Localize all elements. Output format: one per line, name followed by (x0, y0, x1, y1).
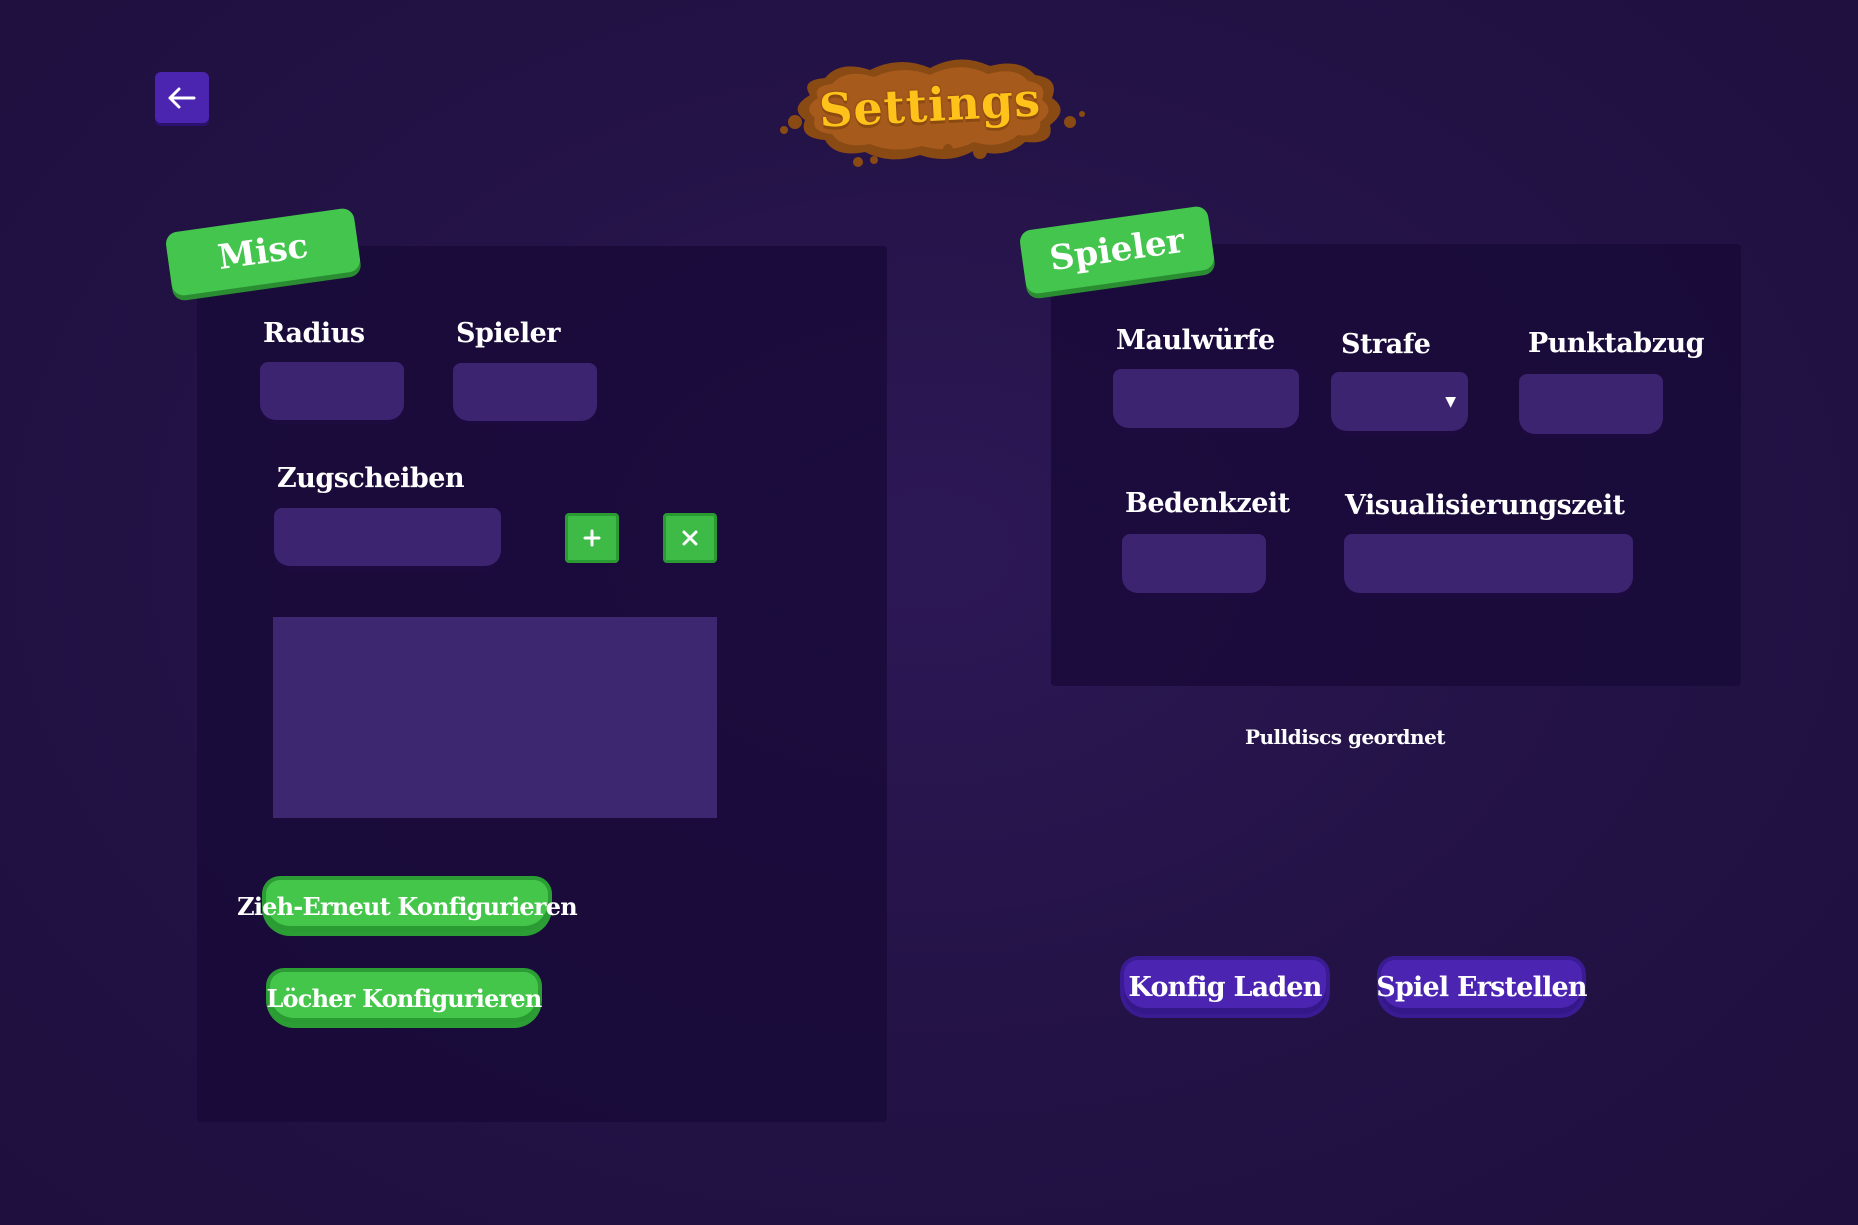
bedenkzeit-input[interactable] (1122, 534, 1266, 593)
remove-zugscheibe-button[interactable] (663, 513, 717, 563)
caret-down-icon: ▼ (1445, 394, 1456, 410)
zugscheiben-input[interactable] (274, 508, 501, 566)
radius-label: Radius (263, 318, 365, 349)
load-config-button[interactable]: Konfig Laden (1124, 960, 1326, 1014)
spieler-panel (1051, 244, 1741, 686)
visualisierungszeit-label: Visualisierungszeit (1345, 490, 1625, 521)
plus-icon (583, 529, 601, 547)
pulldiscs-status: Pulldiscs geordnet (1244, 725, 1446, 749)
create-game-button[interactable]: Spiel Erstellen (1376, 960, 1588, 1014)
redraw-config-button[interactable]: Zieh-Erneut Konfigurieren (237, 880, 578, 932)
spieler-count-label: Spieler (456, 318, 560, 349)
punktabzug-label: Punktabzug (1528, 328, 1704, 359)
arrow-left-icon (168, 87, 196, 108)
holes-config-button[interactable]: Löcher Konfigurieren (266, 972, 542, 1024)
settings-title-logo: Settings (770, 50, 1090, 175)
zugscheiben-list[interactable] (273, 617, 717, 818)
visualisierungszeit-input[interactable] (1344, 534, 1633, 593)
spieler-count-input[interactable] (453, 363, 597, 421)
back-button[interactable] (155, 72, 209, 123)
zugscheiben-label: Zugscheiben (277, 463, 465, 494)
close-icon (682, 530, 698, 546)
add-zugscheibe-button[interactable] (565, 513, 619, 563)
punktabzug-input[interactable] (1519, 374, 1663, 434)
maulwuerfe-label: Maulwürfe (1116, 325, 1275, 356)
strafe-label: Strafe (1341, 329, 1431, 360)
strafe-select[interactable]: ▼ (1331, 372, 1468, 431)
radius-input[interactable] (260, 362, 404, 420)
maulwuerfe-input[interactable] (1113, 369, 1299, 428)
bedenkzeit-label: Bedenkzeit (1125, 488, 1290, 519)
